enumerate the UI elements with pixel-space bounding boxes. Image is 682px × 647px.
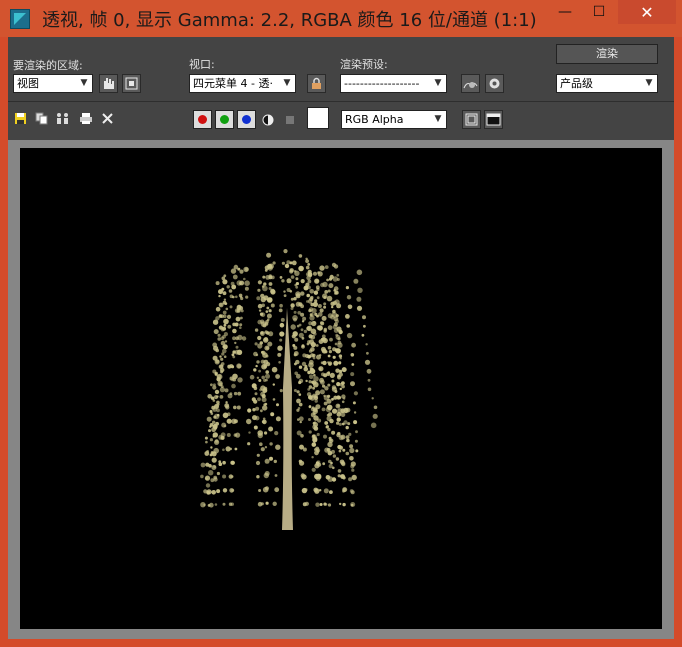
edit-region-icon[interactable] (99, 74, 118, 93)
alpha-channel-icon[interactable] (260, 112, 276, 128)
color-swatch[interactable] (307, 107, 329, 129)
viewport-dropdown[interactable]: 四元菜单 4 - 透· ▼ (189, 74, 296, 93)
display-channel-dropdown[interactable]: RGB Alpha ▼ (341, 110, 447, 129)
3dsmax-app-icon (10, 9, 30, 29)
chevron-down-icon: ▼ (434, 114, 442, 124)
render-settings-panel: 要渲染的区域: 视口: 渲染预设: 渲染 视图 ▼ 四元菜单 4 - 透· ▼ (8, 37, 674, 138)
render-button[interactable]: 渲染 (556, 44, 658, 64)
area-to-render-dropdown[interactable]: 视图 ▼ (13, 74, 93, 93)
toggle-ui-icon[interactable] (484, 110, 503, 129)
viewport-label: 视口: (189, 58, 215, 71)
green-channel-toggle[interactable] (215, 110, 234, 129)
render-preset-dropdown[interactable]: ------------------- ▼ (340, 74, 447, 93)
window-title: 透视, 帧 0, 显示 Gamma: 2.2, RGBA 颜色 16 位/通道 … (42, 10, 537, 31)
render-frame-client: 要渲染的区域: 视口: 渲染预设: 渲染 视图 ▼ 四元菜单 4 - 透· ▼ (8, 37, 674, 639)
area-to-render-value: 视图 (17, 77, 39, 90)
toolbar-separator (8, 101, 674, 102)
rendered-frame-area (8, 140, 674, 639)
area-to-render-label: 要渲染的区域: (13, 59, 83, 72)
clear-icon[interactable] (99, 110, 115, 126)
render-frame-window: 透视, 帧 0, 显示 Gamma: 2.2, RGBA 颜色 16 位/通道 … (0, 0, 682, 647)
render-quality-value: 产品级 (560, 77, 593, 90)
blue-channel-toggle[interactable] (237, 110, 256, 129)
close-button[interactable]: ✕ (618, 0, 676, 24)
render-setup-icon[interactable] (461, 74, 480, 93)
clone-frame-icon[interactable] (54, 110, 70, 126)
render-preset-label: 渲染预设: (340, 58, 388, 71)
print-icon[interactable] (78, 110, 94, 126)
red-channel-toggle[interactable] (193, 110, 212, 129)
maximize-button[interactable]: ☐ (582, 0, 616, 24)
monochrome-icon[interactable] (282, 112, 298, 128)
minimize-button[interactable]: — (548, 0, 582, 24)
copy-image-icon[interactable] (33, 110, 49, 126)
chevron-down-icon: ▼ (645, 78, 653, 88)
viewport-value: 四元菜单 4 - 透· (193, 77, 273, 90)
render-preset-value: ------------------- (344, 77, 420, 90)
toggle-ui-overlay-icon[interactable] (462, 110, 481, 129)
rendered-image[interactable] (20, 148, 662, 629)
lock-icon[interactable] (307, 74, 326, 93)
render-quality-dropdown[interactable]: 产品级 ▼ (556, 74, 658, 93)
environment-effects-icon[interactable] (485, 74, 504, 93)
display-channel-value: RGB Alpha (345, 113, 404, 126)
chevron-down-icon: ▼ (80, 78, 88, 88)
chevron-down-icon: ▼ (283, 78, 291, 88)
title-bar[interactable]: 透视, 帧 0, 显示 Gamma: 2.2, RGBA 颜色 16 位/通道 … (0, 0, 682, 37)
chevron-down-icon: ▼ (434, 78, 442, 88)
tree-trunk (282, 308, 293, 530)
auto-region-icon[interactable] (122, 74, 141, 93)
save-image-icon[interactable] (12, 110, 28, 126)
willow-tree-render (200, 249, 378, 530)
